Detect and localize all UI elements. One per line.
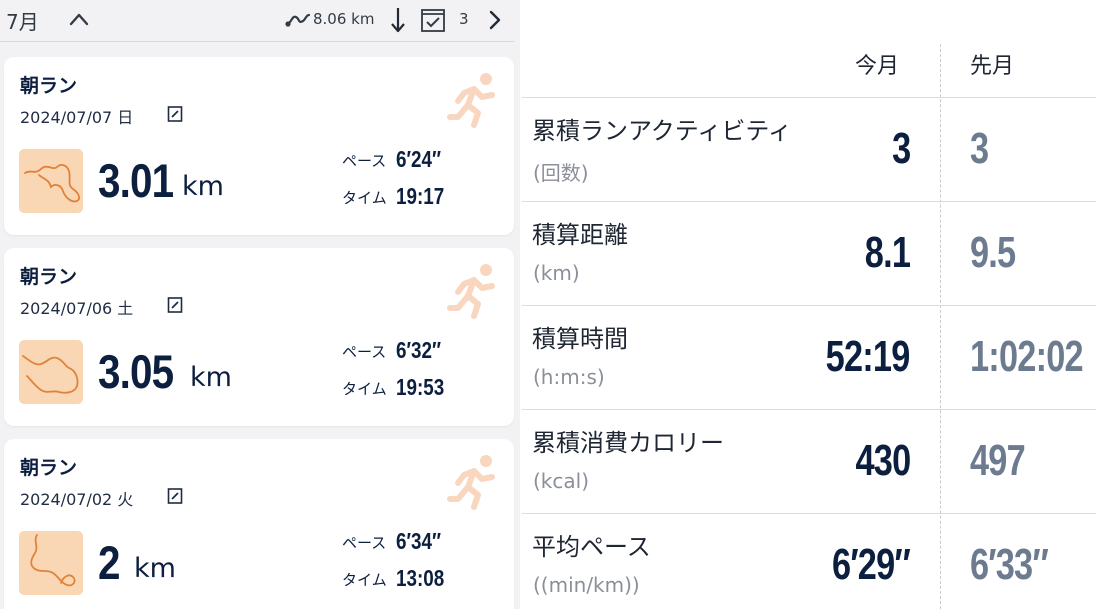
route-thumbnail bbox=[19, 149, 83, 213]
stat-unit: (km) bbox=[533, 261, 580, 285]
pace-value: 6′24″ bbox=[396, 146, 442, 172]
route-icon bbox=[285, 13, 311, 27]
pace-label: ペース bbox=[342, 343, 387, 361]
monthly-stats-panel bbox=[522, 14, 1096, 609]
stat-label: 累積消費カロリー bbox=[532, 429, 724, 457]
month-label: 7月 bbox=[6, 10, 39, 34]
column-header-previous: 先月 bbox=[970, 54, 1015, 79]
stat-previous-value: 497 bbox=[970, 436, 1026, 485]
stat-label: 積算時間 bbox=[532, 325, 628, 353]
stat-unit: (h:m:s) bbox=[533, 365, 605, 389]
activity-distance: 2 bbox=[98, 536, 120, 589]
pace-label: ペース bbox=[342, 534, 387, 552]
checkbox-icon[interactable] bbox=[420, 7, 446, 33]
edit-icon bbox=[167, 106, 183, 122]
activity-date: 2024/07/07 日 bbox=[20, 108, 134, 127]
row-divider bbox=[522, 305, 1096, 306]
stat-current-value: 52:19 bbox=[826, 332, 911, 381]
activity-card[interactable]: 朝ラン 2024/07/06 土 3.05 km ペース 6′32″ タイム 1… bbox=[4, 248, 514, 426]
stat-current-value: 8.1 bbox=[864, 228, 911, 277]
column-separator bbox=[940, 44, 941, 609]
sort-down-icon[interactable] bbox=[390, 6, 406, 34]
chevron-right-icon[interactable] bbox=[488, 9, 502, 31]
route-thumbnail bbox=[19, 531, 83, 595]
time-value: 19:17 bbox=[396, 183, 445, 209]
distance-unit: km bbox=[182, 171, 224, 202]
stat-current-value: 3 bbox=[891, 124, 911, 173]
time-label: タイム bbox=[342, 189, 387, 207]
total-distance: 8.06 km bbox=[313, 10, 375, 28]
chevron-up-icon[interactable] bbox=[68, 10, 90, 28]
activity-card[interactable]: 朝ラン 2024/07/02 火 2 km ペース 6′34″ タイム 13:0… bbox=[4, 439, 514, 609]
activity-title: 朝ラン bbox=[20, 457, 78, 479]
distance-unit: km bbox=[134, 553, 176, 584]
time-label: タイム bbox=[342, 571, 387, 589]
stat-previous-value: 9.5 bbox=[970, 228, 1016, 277]
time-value: 13:08 bbox=[396, 565, 445, 591]
activity-count: 3 bbox=[459, 10, 469, 28]
month-header: 7月 8.06 km 3 bbox=[0, 0, 514, 42]
edit-icon bbox=[167, 297, 183, 313]
runner-icon bbox=[447, 264, 495, 319]
activity-distance: 3.05 bbox=[98, 345, 174, 398]
stat-label: 積算距離 bbox=[532, 221, 628, 249]
stat-previous-value: 3 bbox=[970, 124, 989, 173]
distance-unit: km bbox=[190, 362, 232, 393]
activity-distance: 3.01 bbox=[98, 154, 174, 207]
stat-label: 累積ランアクティビティ bbox=[532, 117, 792, 145]
stat-current-value: 430 bbox=[855, 436, 911, 485]
activity-date: 2024/07/06 土 bbox=[20, 299, 134, 318]
stat-previous-value: 1:02:02 bbox=[970, 332, 1084, 381]
route-thumbnail bbox=[19, 340, 83, 404]
runner-icon bbox=[447, 73, 495, 128]
stat-unit: ((min/km)) bbox=[533, 573, 640, 597]
stat-label: 平均ペース bbox=[532, 533, 651, 561]
activity-card[interactable]: 朝ラン 2024/07/07 日 3.01 km ペース 6′24″ タイム 1… bbox=[4, 57, 514, 235]
pace-label: ペース bbox=[342, 152, 387, 170]
activity-date: 2024/07/02 火 bbox=[20, 490, 134, 509]
row-divider bbox=[522, 513, 1096, 514]
time-value: 19:53 bbox=[396, 374, 445, 400]
activity-title: 朝ラン bbox=[20, 266, 78, 288]
stat-previous-value: 6′33″ bbox=[970, 540, 1049, 589]
row-divider bbox=[522, 201, 1096, 202]
activity-list-panel: 7月 8.06 km 3 朝ラン 2024/07/07 日 3.01 km ペー… bbox=[0, 0, 520, 609]
stat-unit: (回数) bbox=[533, 161, 589, 185]
column-header-current: 今月 bbox=[855, 54, 900, 79]
pace-value: 6′32″ bbox=[396, 337, 442, 363]
stat-unit: (kcal) bbox=[533, 469, 589, 493]
row-divider bbox=[522, 97, 1096, 98]
pace-value: 6′34″ bbox=[396, 528, 442, 554]
row-divider bbox=[522, 409, 1096, 410]
time-label: タイム bbox=[342, 380, 387, 398]
activity-title: 朝ラン bbox=[20, 75, 78, 97]
stat-current-value: 6′29″ bbox=[831, 540, 911, 589]
edit-icon bbox=[167, 488, 183, 504]
runner-icon bbox=[447, 455, 495, 510]
